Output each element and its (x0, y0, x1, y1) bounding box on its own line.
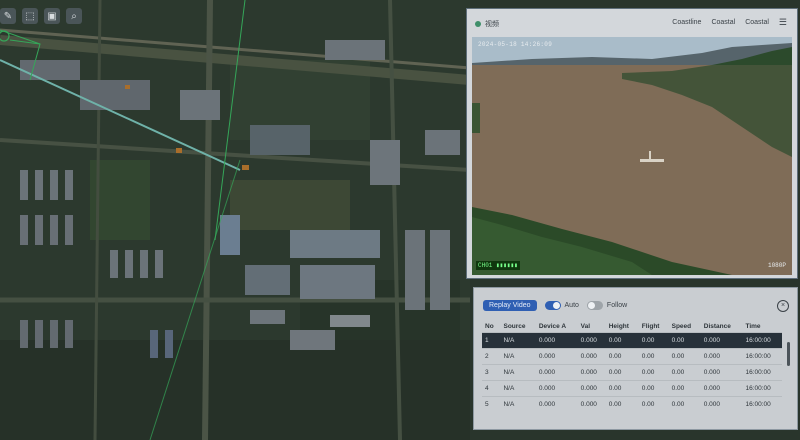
select-icon[interactable]: ⬚ (22, 8, 38, 24)
table-cell: 0.000 (535, 364, 578, 381)
table-cell: 0.00 (668, 380, 701, 397)
table-cell: N/A (500, 332, 536, 349)
video-header: 视频 Coastline Coastal Coastal ☰ (467, 9, 797, 37)
table-cell: 0.00 (605, 380, 639, 397)
table-cell: 0.00 (605, 348, 639, 365)
table-cell: 0.000 (700, 348, 743, 365)
table-cell: 0.000 (700, 364, 743, 381)
table-cell: 0.000 (700, 380, 743, 397)
table-cell: 16:00:00 (742, 364, 782, 381)
table-cell: 0.00 (605, 396, 639, 412)
table-cell: 0.000 (577, 380, 606, 397)
menu-icon[interactable]: ☰ (779, 18, 787, 27)
table-cell: 0.00 (668, 332, 701, 349)
table-cell: 4 (482, 380, 501, 397)
table-cell: 0.000 (577, 396, 606, 412)
table-row[interactable]: 4 N/A 0.000 0.000 0.00 0.00 0.00 0.000 16:00:00 (482, 380, 782, 397)
table-cell: 0.000 (700, 396, 743, 412)
table-cell: 0.00 (668, 348, 701, 365)
osd-resolution: 1080P (767, 262, 786, 269)
column-header[interactable]: Flight (639, 320, 669, 333)
table-cell: 3 (482, 364, 501, 381)
table-cell: 1 (482, 332, 501, 349)
toggle-switch-on[interactable] (544, 300, 561, 310)
table-cell: 0.00 (638, 364, 669, 381)
table-cell: 0.00 (638, 348, 669, 365)
table-cell: 16:00:00 (742, 348, 782, 365)
table-cell: 0.000 (577, 364, 606, 381)
table-cell: 0.000 (535, 332, 578, 349)
table-cell: 16:00:00 (742, 396, 782, 412)
map-toolbar: ✎ ⬚ ▣ ⌕ (0, 8, 82, 24)
table-cell: 0.00 (638, 396, 669, 412)
camera-icon (475, 21, 481, 27)
column-header[interactable]: Height (606, 320, 639, 333)
column-header[interactable]: Distance (701, 320, 743, 333)
table-row[interactable]: 2 N/A 0.000 0.000 0.00 0.00 0.00 0.000 16:00:00 (482, 348, 782, 365)
table-cell: 16:00:00 (742, 380, 782, 397)
data-table-panel: Replay Video Auto Follow × No Source Devic… (473, 287, 798, 430)
toggle-follow-label: Follow (606, 301, 628, 309)
table-cell: 0.00 (638, 380, 669, 397)
column-header[interactable]: Time (742, 320, 782, 333)
osd-channel: CH01 ▮▮▮▮▮▮ (476, 261, 520, 270)
drone-marker[interactable] (242, 165, 249, 170)
table-cell: N/A (500, 396, 536, 412)
table-cell: 0.000 (577, 332, 606, 349)
video-feed[interactable]: 2024-05-18 14:26:09 CH01 ▮▮▮▮▮▮ 1080P (472, 37, 792, 275)
table-cell: 0.000 (535, 348, 578, 365)
table-cell: 0.00 (605, 364, 639, 381)
table-cell: 0.000 (577, 348, 606, 365)
video-header-button-3[interactable]: Coastal (745, 19, 769, 26)
toggle-follow[interactable]: Follow (586, 300, 628, 310)
search-icon[interactable]: ⌕ (66, 8, 82, 24)
table-cell: 0.00 (668, 396, 701, 412)
table-toolbar: Replay Video Auto Follow (483, 298, 627, 312)
table-cell: 0.00 (638, 332, 669, 349)
column-header[interactable]: Val (578, 320, 606, 333)
table-cell: 0.000 (535, 380, 578, 397)
table-cell: 16:00:00 (742, 332, 782, 349)
table-scrollbar[interactable] (787, 342, 790, 366)
toggle-auto[interactable]: Auto (544, 300, 579, 310)
column-header[interactable]: No (482, 320, 500, 333)
toggle-auto-label: Auto (564, 301, 579, 309)
pencil-icon[interactable]: ✎ (0, 8, 16, 24)
table-cell: 0.00 (668, 364, 701, 381)
osd-timestamp: 2024-05-18 14:26:09 (478, 41, 553, 48)
video-header-button-2[interactable]: Coastal (711, 19, 735, 26)
table-row[interactable]: 3 N/A 0.000 0.000 0.00 0.00 0.00 0.000 16:00:00 (482, 364, 782, 381)
replay-button[interactable]: Replay Video (483, 299, 537, 311)
video-header-buttons: Coastline Coastal Coastal ☰ (672, 18, 787, 27)
layers-icon[interactable]: ▣ (44, 8, 60, 24)
waypoint-marker[interactable] (176, 148, 182, 153)
column-header[interactable]: Source (500, 320, 535, 333)
table-cell: 0.00 (605, 332, 639, 349)
table-cell: 5 (482, 396, 501, 412)
column-header[interactable]: Speed (669, 320, 701, 333)
telemetry-table: No Source Device A Val Height Flight Speed Dist… (482, 320, 782, 412)
table-cell: 0.000 (700, 332, 743, 349)
table-cell: N/A (500, 348, 536, 365)
video-panel: 视频 Coastline Coastal Coastal ☰ 2024-05-1… (466, 8, 798, 279)
video-header-button-1[interactable]: Coastline (672, 19, 701, 26)
river-footage (472, 37, 792, 275)
video-title-text: 视频 (485, 21, 499, 28)
column-header[interactable]: Device A (536, 320, 578, 333)
table-header-row: No Source Device A Val Height Flight Speed Dist… (482, 320, 782, 333)
table-cell: N/A (500, 380, 536, 397)
table-cell: 0.000 (535, 396, 578, 412)
table-row[interactable]: 1 N/A 0.000 0.000 0.00 0.00 0.00 0.000 16:00:00 (482, 332, 782, 349)
table-cell: 2 (482, 348, 501, 365)
table-cell: N/A (500, 364, 536, 381)
close-icon[interactable]: × (777, 300, 789, 312)
video-title: 视频 (475, 19, 499, 29)
toggle-switch-off[interactable] (586, 300, 603, 310)
table-row[interactable]: 5 N/A 0.000 0.000 0.00 0.00 0.00 0.000 16:00:00 (482, 396, 782, 412)
